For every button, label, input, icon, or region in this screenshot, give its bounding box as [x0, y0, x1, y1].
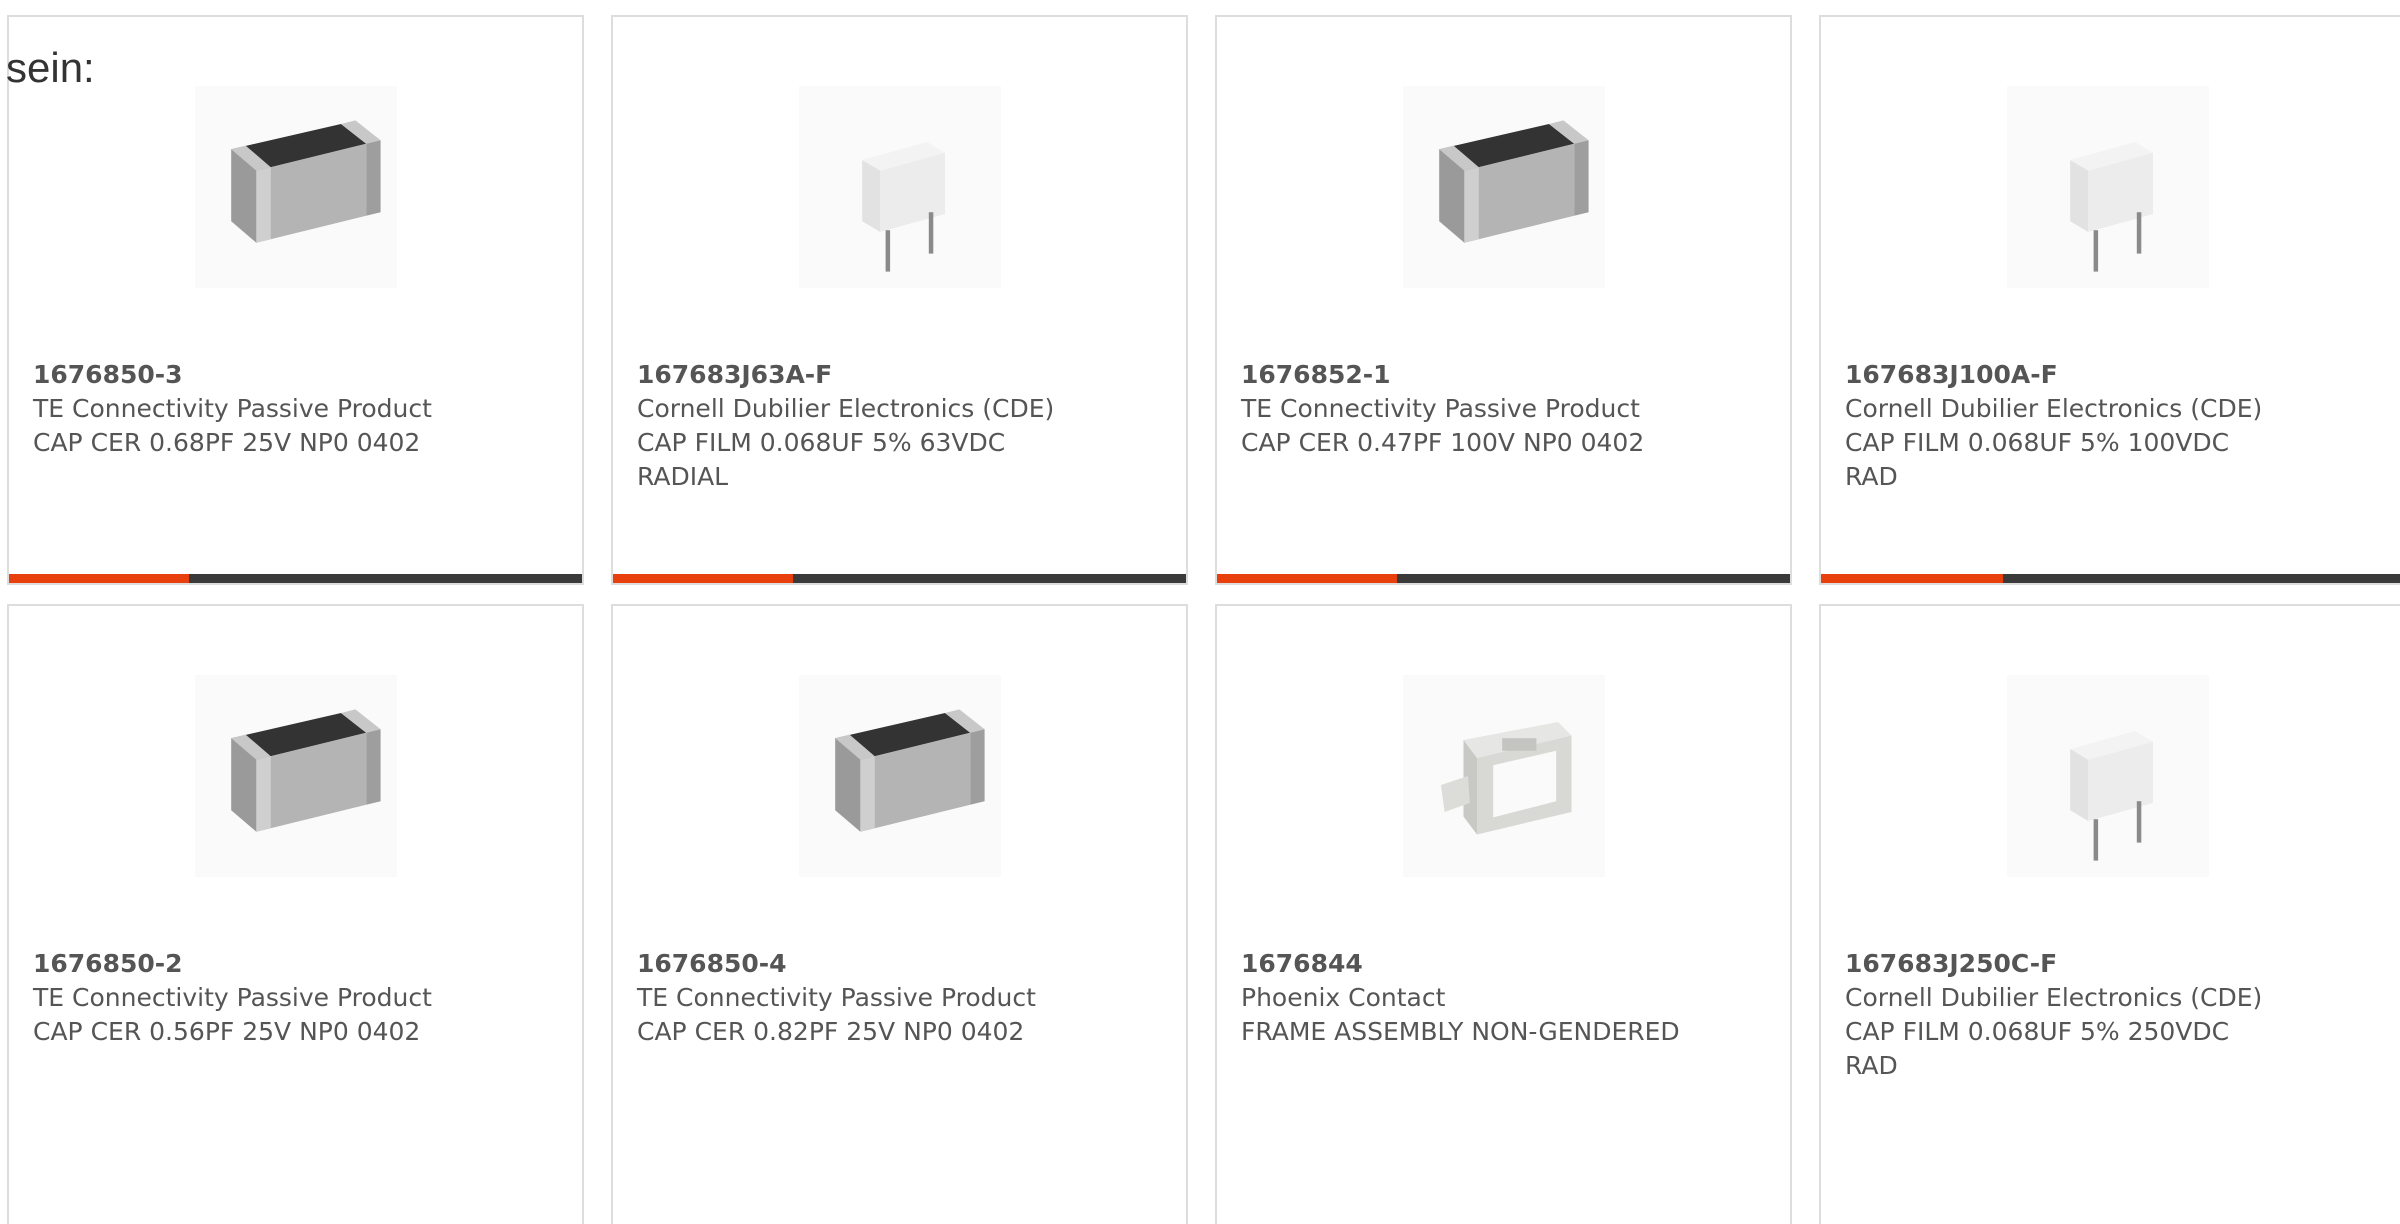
- product-description: CAP CER 0.82PF 25V NP0 0402: [637, 1017, 1025, 1046]
- part-number[interactable]: 1676850-2: [33, 947, 473, 981]
- card-bottom-bar: [1217, 574, 1790, 583]
- product-image[interactable]: [2007, 675, 2209, 877]
- film-capacitor-icon: [2018, 686, 2198, 866]
- part-number[interactable]: 1676844: [1241, 947, 1681, 981]
- product-card[interactable]: 167683J250C-F Cornell Dubilier Electroni…: [1819, 604, 2400, 1224]
- chip-capacitor-icon: [810, 686, 990, 866]
- product-description: CAP CER 0.56PF 25V NP0 0402: [33, 1017, 421, 1046]
- product-card[interactable]: 1676852-1 TE Connectivity Passive Produc…: [1215, 15, 1792, 585]
- intro-text: sein:: [6, 44, 95, 91]
- part-number[interactable]: 1676850-4: [637, 947, 1077, 981]
- card-bar-accent: [1821, 574, 2004, 583]
- product-card[interactable]: 1676850-4 TE Connectivity Passive Produc…: [611, 604, 1188, 1224]
- manufacturer: TE Connectivity Passive Product: [33, 394, 432, 423]
- part-number[interactable]: 167683J63A-F: [637, 358, 1077, 392]
- product-card[interactable]: 1676844 Phoenix Contact FRAME ASSEMBLY N…: [1215, 604, 1792, 1224]
- product-description: CAP CER 0.68PF 25V NP0 0402: [33, 428, 421, 457]
- product-image[interactable]: [195, 675, 397, 877]
- card-bar-accent: [9, 574, 190, 583]
- manufacturer: Cornell Dubilier Electronics (CDE): [1845, 983, 2263, 1012]
- chip-capacitor-icon: [206, 97, 386, 277]
- product-description: CAP CER 0.47PF 100V NP0 0402: [1241, 428, 1645, 457]
- manufacturer: Phoenix Contact: [1241, 983, 1446, 1012]
- film-capacitor-icon: [2018, 97, 2198, 277]
- chip-capacitor-icon: [206, 686, 386, 866]
- product-description: CAP FILM 0.068UF 5% 100VDC RAD: [1845, 428, 2230, 491]
- frame-assembly-icon: [1414, 686, 1594, 866]
- card-bar-accent: [613, 574, 794, 583]
- product-image[interactable]: [1403, 86, 1605, 288]
- product-image[interactable]: [2007, 86, 2209, 288]
- film-capacitor-icon: [810, 97, 990, 277]
- card-bottom-bar: [613, 574, 1186, 583]
- product-description: FRAME ASSEMBLY NON-GENDERED: [1241, 1017, 1680, 1046]
- part-number[interactable]: 1676850-3: [33, 358, 473, 392]
- product-image[interactable]: [799, 675, 1001, 877]
- product-card[interactable]: 167683J100A-F Cornell Dubilier Electroni…: [1819, 15, 2400, 585]
- manufacturer: Cornell Dubilier Electronics (CDE): [637, 394, 1055, 423]
- manufacturer: TE Connectivity Passive Product: [1241, 394, 1640, 423]
- card-bottom-bar: [1821, 574, 2400, 583]
- part-number[interactable]: 167683J250C-F: [1845, 947, 2285, 981]
- product-description: CAP FILM 0.068UF 5% 250VDC RAD: [1845, 1017, 2230, 1080]
- product-image[interactable]: [195, 86, 397, 288]
- product-card[interactable]: 1676850-3 TE Connectivity Passive Produc…: [7, 15, 584, 585]
- chip-capacitor-icon: [1414, 97, 1594, 277]
- product-card[interactable]: 1676850-2 TE Connectivity Passive Produc…: [7, 604, 584, 1224]
- card-bar-accent: [1217, 574, 1398, 583]
- manufacturer: TE Connectivity Passive Product: [33, 983, 432, 1012]
- manufacturer: TE Connectivity Passive Product: [637, 983, 1036, 1012]
- card-bottom-bar: [9, 574, 582, 583]
- part-number[interactable]: 167683J100A-F: [1845, 358, 2285, 392]
- product-card[interactable]: 167683J63A-F Cornell Dubilier Electronic…: [611, 15, 1188, 585]
- product-image[interactable]: [1403, 675, 1605, 877]
- manufacturer: Cornell Dubilier Electronics (CDE): [1845, 394, 2263, 423]
- product-description: CAP FILM 0.068UF 5% 63VDC RADIAL: [637, 428, 1006, 491]
- part-number[interactable]: 1676852-1: [1241, 358, 1681, 392]
- product-image[interactable]: [799, 86, 1001, 288]
